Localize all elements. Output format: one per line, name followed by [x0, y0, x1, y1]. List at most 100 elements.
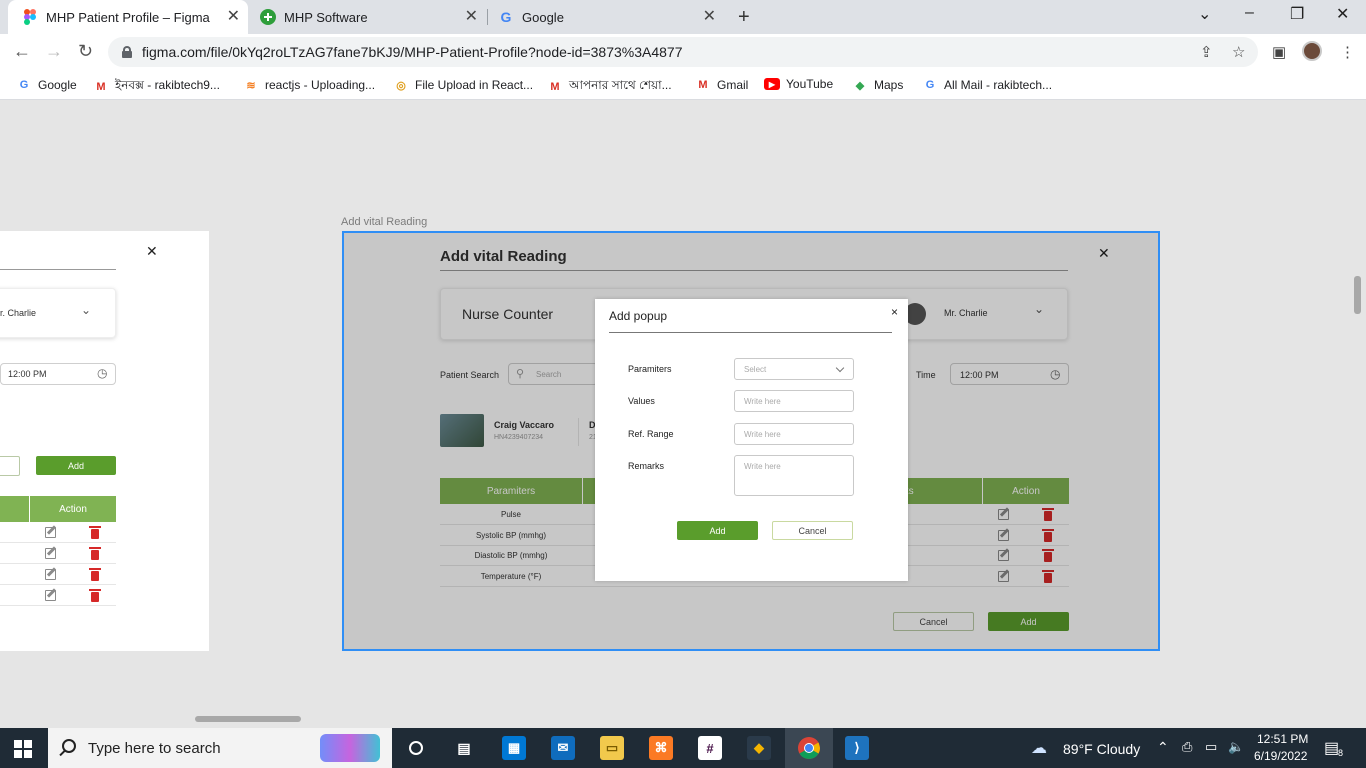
- delete-icon[interactable]: [89, 526, 101, 539]
- tab-figma[interactable]: MHP Patient Profile – Figma ✕: [8, 0, 248, 34]
- minimize-button[interactable]: –: [1245, 4, 1254, 22]
- edit-icon[interactable]: [45, 569, 56, 580]
- horizontal-scrollbar[interactable]: [195, 716, 301, 722]
- vertical-scrollbar[interactable]: [1354, 276, 1361, 314]
- address-bar[interactable]: figma.com/file/0kYq2roLTzAG7fane7bKJ9/MH…: [108, 37, 1258, 67]
- forward-icon[interactable]: →: [45, 41, 63, 62]
- profile-avatar[interactable]: [1302, 41, 1322, 61]
- bookmark-file-upload[interactable]: ◎ File Upload in React...: [393, 77, 533, 93]
- edit-icon[interactable]: [45, 527, 56, 538]
- new-tab-button[interactable]: +: [738, 6, 750, 29]
- tab-google[interactable]: G Google ✕: [488, 0, 724, 34]
- cancel-button[interactable]: Cancel: [772, 521, 853, 540]
- plus-circle-icon: [260, 9, 276, 25]
- vscode-icon[interactable]: ⟩: [845, 736, 869, 760]
- clock-date[interactable]: 6/19/2022: [1254, 749, 1307, 763]
- browser-toolbar: ← → ↻ figma.com/file/0kYq2roLTzAG7fane7b…: [0, 34, 1366, 70]
- bookmark-inbox[interactable]: M ইনবক্স - rakibtech9...: [93, 77, 220, 97]
- tab-search-icon[interactable]: ⌄: [1198, 4, 1211, 24]
- bookmark-gmail[interactable]: M Gmail: [695, 77, 748, 93]
- close-icon[interactable]: ✕: [146, 243, 158, 260]
- values-input[interactable]: Write here: [734, 390, 854, 412]
- cortana-icon[interactable]: [404, 736, 428, 760]
- chrome-icon[interactable]: [797, 736, 821, 760]
- google-icon: G: [19, 79, 29, 91]
- browser-tab-strip: MHP Patient Profile – Figma ✕ MHP Softwa…: [0, 0, 1366, 34]
- tab-title: Google: [522, 9, 564, 25]
- edit-icon[interactable]: [45, 590, 56, 601]
- bookmark-shared[interactable]: M আপনার সাথে শেয়া...: [547, 77, 671, 97]
- frame-label[interactable]: Add vital Reading: [341, 216, 427, 228]
- action-header: Action: [30, 496, 116, 522]
- table-row: [0, 563, 116, 564]
- add-popup-dialog: Add popup × Paramiters Select Values Wri…: [595, 299, 908, 581]
- sourcetree-icon[interactable]: ◆: [747, 736, 771, 760]
- tab-title: MHP Software: [284, 9, 368, 25]
- delete-icon[interactable]: [89, 568, 101, 581]
- bookmark-google[interactable]: G Google: [16, 77, 77, 93]
- bookmark-all-mail[interactable]: G All Mail - rakibtech...: [922, 77, 1052, 93]
- table-row: [0, 542, 116, 543]
- tab-mhp-software[interactable]: MHP Software ✕: [250, 0, 486, 34]
- emoji-illustration-icon: [320, 734, 380, 762]
- left-frame[interactable]: ✕ r. Charlie ⌄ 12:00 PM ◷ Add Action: [0, 231, 209, 651]
- input-placeholder: Write here: [744, 430, 781, 439]
- network-icon[interactable]: ▭: [1205, 739, 1217, 755]
- search-placeholder: Type here to search: [88, 739, 221, 757]
- gmail-icon: M: [96, 81, 106, 93]
- reload-icon[interactable]: ↻: [78, 41, 93, 62]
- doctor-name: r. Charlie: [0, 308, 37, 318]
- bookmark-maps[interactable]: ◆ Maps: [852, 77, 904, 93]
- close-window-button[interactable]: ✕: [1336, 4, 1349, 24]
- restore-button[interactable]: ❐: [1290, 4, 1304, 24]
- bookmark-youtube[interactable]: ▶ YouTube: [764, 77, 833, 91]
- chevron-up-icon[interactable]: ⌃: [1157, 739, 1169, 756]
- site-icon: ◎: [396, 79, 406, 92]
- google-icon: G: [500, 9, 512, 25]
- youtube-icon: ▶: [764, 78, 780, 90]
- menu-icon[interactable]: ⋮: [1340, 43, 1355, 61]
- close-tab-icon[interactable]: ✕: [703, 9, 716, 25]
- clock-icon: ◷: [97, 366, 108, 380]
- slack-icon[interactable]: #: [698, 736, 722, 760]
- gmail-icon: M: [698, 79, 708, 91]
- task-view-icon[interactable]: ▤: [452, 736, 476, 760]
- edit-icon[interactable]: [45, 548, 56, 559]
- input-field[interactable]: [0, 456, 20, 476]
- table-row: [0, 584, 116, 585]
- remarks-textarea[interactable]: Write here: [734, 455, 854, 496]
- volume-icon[interactable]: 🔈: [1228, 739, 1244, 755]
- weather-icon[interactable]: ☁: [1031, 738, 1047, 758]
- add-button[interactable]: Add: [36, 456, 116, 475]
- store-icon[interactable]: ▦: [502, 736, 526, 760]
- notification-icon[interactable]: ▤: [1324, 738, 1339, 758]
- file-explorer-icon[interactable]: ▭: [600, 736, 624, 760]
- add-button[interactable]: Add: [677, 521, 758, 540]
- xampp-icon[interactable]: ⌘: [649, 736, 673, 760]
- figma-icon: [22, 9, 38, 25]
- close-tab-icon[interactable]: ✕: [465, 9, 478, 25]
- clock-time[interactable]: 12:51 PM: [1257, 732, 1308, 746]
- bookmark-star-icon[interactable]: ☆: [1232, 43, 1245, 61]
- side-panel-icon[interactable]: ▣: [1272, 43, 1286, 61]
- back-icon[interactable]: ←: [13, 41, 31, 62]
- doctor-select[interactable]: r. Charlie ⌄: [0, 288, 116, 338]
- taskbar-search[interactable]: Type here to search: [48, 728, 392, 768]
- windows-taskbar: Type here to search ▤ ▦ ✉ ▭ ⌘ # ◆ ⟩ ☁ 89…: [0, 728, 1366, 768]
- share-icon[interactable]: ⇪: [1200, 43, 1213, 61]
- table-row: [0, 605, 116, 606]
- ref-range-input[interactable]: Write here: [734, 423, 854, 445]
- close-icon[interactable]: ×: [891, 305, 898, 319]
- search-icon: [62, 739, 76, 753]
- mail-icon[interactable]: ✉: [551, 736, 575, 760]
- weather-text[interactable]: 89°F Cloudy: [1063, 741, 1140, 757]
- time-field[interactable]: 12:00 PM ◷: [0, 363, 116, 385]
- bookmark-reactjs[interactable]: ≋ reactjs - Uploading...: [243, 77, 375, 93]
- delete-icon[interactable]: [89, 547, 101, 560]
- device-icon[interactable]: ⎙: [1182, 739, 1192, 755]
- parameter-select[interactable]: Select: [734, 358, 854, 380]
- windows-start-icon[interactable]: [14, 740, 32, 758]
- close-tab-icon[interactable]: ✕: [227, 9, 240, 25]
- delete-icon[interactable]: [89, 589, 101, 602]
- chevron-down-icon: [835, 363, 845, 373]
